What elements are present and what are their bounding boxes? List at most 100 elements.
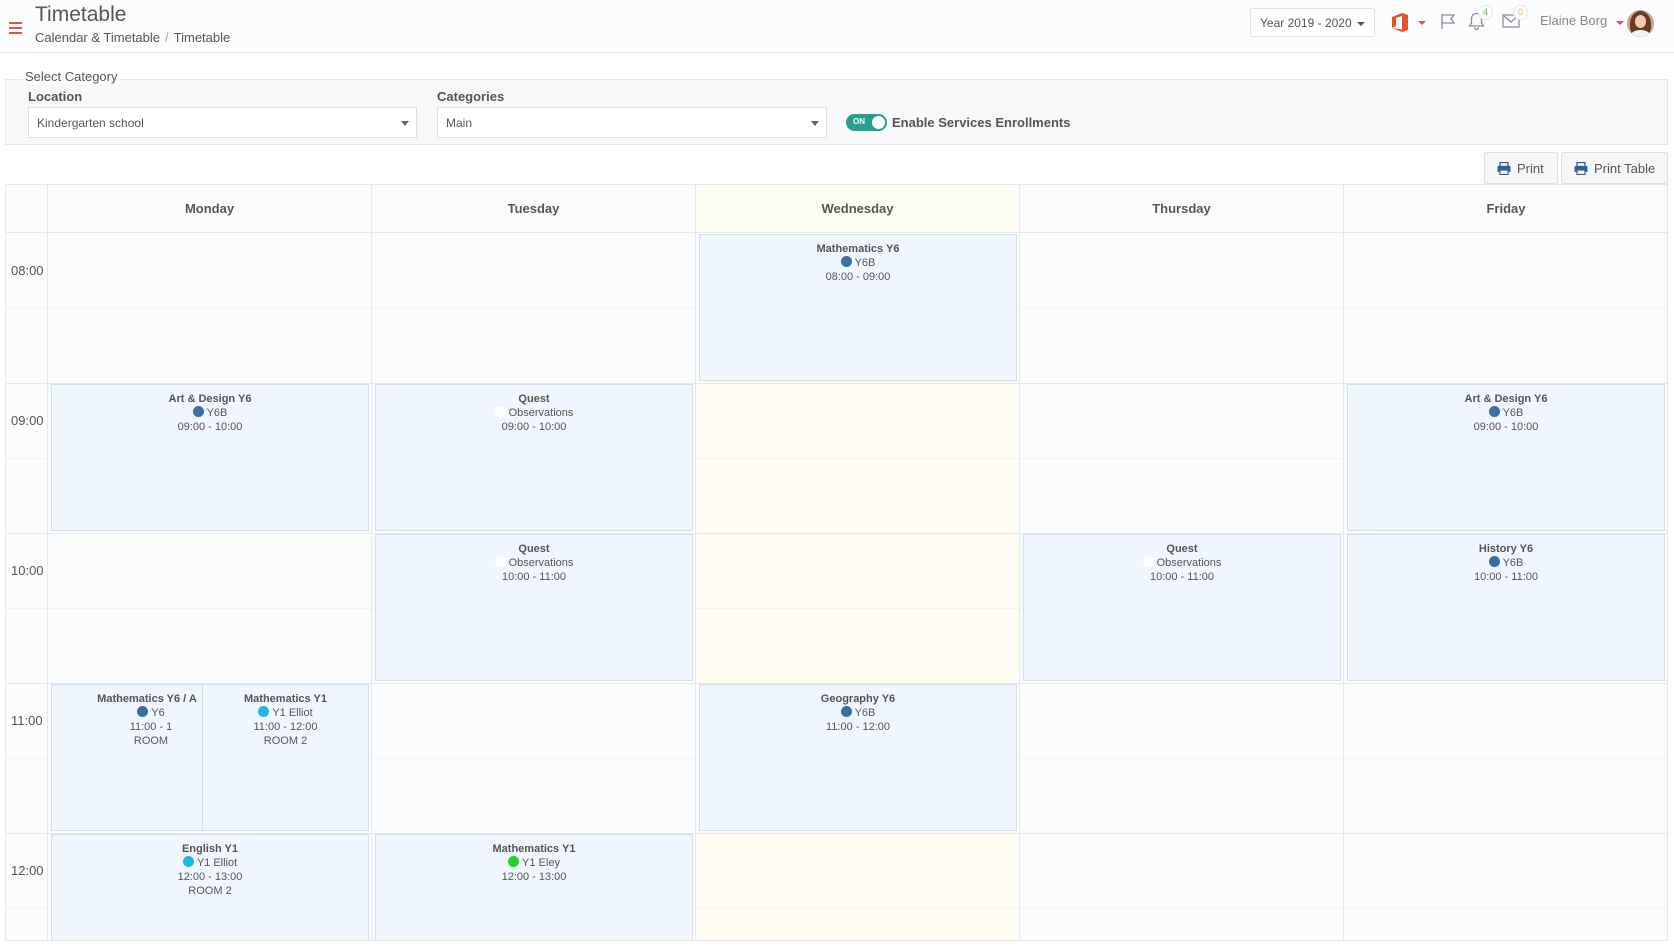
event-title: Mathematics Y6 / A <box>97 693 197 705</box>
day-header-thursday: Thursday <box>1020 185 1344 233</box>
messages-count-badge: 0 <box>1513 5 1528 20</box>
print-table-button[interactable]: Print Table <box>1561 152 1668 184</box>
event-monday-1100-b[interactable]: Mathematics Y1 Y1 Elliot 11:00 - 12:00 R… <box>202 684 369 831</box>
timetable-calendar: Monday Tuesday Wednesday Thursday Friday… <box>5 184 1668 941</box>
select-category-legend: Select Category <box>23 69 120 84</box>
office-icon[interactable] <box>1392 13 1408 32</box>
event-group: Observations <box>376 556 692 570</box>
event-thursday-1000[interactable]: Quest Observations 10:00 - 11:00 <box>1023 534 1341 681</box>
event-time: 09:00 - 10:00 <box>177 421 243 433</box>
group-color-dot <box>182 856 194 867</box>
event-title: Art & Design Y6 <box>1464 393 1548 405</box>
time-label-1000: 10:00 <box>11 563 44 578</box>
printer-icon <box>1574 162 1588 175</box>
event-group: Y6B <box>700 706 1016 720</box>
group-color-dot <box>258 706 270 717</box>
categories-select-value: Main <box>446 116 473 130</box>
event-group: Observations <box>1024 556 1340 570</box>
time-label-0800: 08:00 <box>11 263 44 278</box>
event-friday-0900[interactable]: Art & Design Y6 Y6B 09:00 - 10:00 <box>1347 384 1665 531</box>
event-time: 12:00 - 13:00 <box>501 871 567 883</box>
event-title: Art & Design Y6 <box>168 393 252 405</box>
event-group: Y6B <box>52 406 368 420</box>
chevron-down-icon <box>1357 22 1365 26</box>
flag-icon[interactable] <box>1440 13 1457 30</box>
event-time: 10:00 - 11:00 <box>501 571 566 583</box>
chevron-down-icon <box>401 121 409 126</box>
group-color-dot <box>192 406 204 417</box>
enable-services-toggle[interactable]: ON <box>846 114 887 131</box>
event-friday-1000[interactable]: History Y6 Y6B 10:00 - 11:00 <box>1347 534 1665 681</box>
event-wednesday-0800[interactable]: Mathematics Y6 Y6B 08:00 - 09:00 <box>699 234 1017 381</box>
event-time: 11:00 - 1 <box>129 721 173 733</box>
event-time: 09:00 - 10:00 <box>1473 421 1539 433</box>
event-group: Y1 Elliot <box>52 856 368 870</box>
event-room: ROOM <box>133 735 169 747</box>
location-select[interactable]: Kindergarten school <box>28 107 417 138</box>
group-color-dot <box>137 706 149 717</box>
location-select-value: Kindergarten school <box>37 116 144 130</box>
event-title: Mathematics Y1 <box>492 843 576 855</box>
toggle-on-text: ON <box>853 117 865 126</box>
enable-services-label: Enable Services Enrollments <box>892 115 1071 130</box>
event-time: 09:00 - 10:00 <box>501 421 567 433</box>
breadcrumb-timetable: Timetable <box>173 30 231 45</box>
page-title: Timetable <box>35 3 127 26</box>
event-time: 10:00 - 11:00 <box>1473 571 1538 583</box>
event-tuesday-1200[interactable]: Mathematics Y1 Y1 Eley 12:00 - 13:00 <box>375 834 693 940</box>
toggle-knob <box>872 116 885 129</box>
event-tuesday-0900[interactable]: Quest Observations 09:00 - 10:00 <box>375 384 693 531</box>
group-color-dot <box>1142 556 1154 567</box>
event-time: 11:00 - 12:00 <box>825 721 890 733</box>
group-color-dot <box>1488 556 1500 567</box>
event-title: Quest <box>518 543 550 555</box>
group-color-dot <box>1488 406 1500 417</box>
notifications-count-badge: 4 <box>1478 5 1493 20</box>
year-select[interactable]: Year 2019 - 2020 <box>1250 8 1375 37</box>
group-color-dot <box>508 856 520 867</box>
event-wednesday-1100[interactable]: Geography Y6 Y6B 11:00 - 12:00 <box>699 684 1017 831</box>
categories-select[interactable]: Main <box>437 107 827 138</box>
event-monday-1200[interactable]: English Y1 Y1 Elliot 12:00 - 13:00 ROOM … <box>51 834 369 940</box>
event-group: Y6B <box>700 256 1016 270</box>
time-label-0900: 09:00 <box>11 413 44 428</box>
event-title: Mathematics Y1 <box>244 693 327 705</box>
event-title: History Y6 <box>1478 543 1534 555</box>
event-title: Mathematics Y6 <box>816 243 900 255</box>
day-header-tuesday: Tuesday <box>372 185 696 233</box>
group-color-dot <box>494 406 506 417</box>
group-color-dot <box>840 706 852 717</box>
event-title: Quest <box>518 393 550 405</box>
event-monday-1100-a[interactable]: Mathematics Y6 / A Y6 11:00 - 1 ROOM <box>51 684 217 831</box>
event-title: Quest <box>1166 543 1198 555</box>
event-time: 12:00 - 13:00 <box>177 871 243 883</box>
group-color-dot <box>840 256 852 267</box>
event-group: Y1 Eley <box>376 856 692 870</box>
event-title: Geography Y6 <box>820 693 896 705</box>
menu-icon[interactable] <box>9 22 22 34</box>
printer-icon <box>1497 162 1511 175</box>
print-button[interactable]: Print <box>1484 152 1558 184</box>
event-time: 11:00 - 12:00 <box>253 721 318 733</box>
day-header-monday: Monday <box>48 185 372 233</box>
time-label-1200: 12:00 <box>11 863 44 878</box>
breadcrumb-calendar-timetable[interactable]: Calendar & Timetable <box>35 30 160 45</box>
print-button-label: Print <box>1517 161 1544 176</box>
event-title: English Y1 <box>181 843 239 855</box>
top-header: Timetable Calendar & Timetable / Timetable… <box>0 0 1674 53</box>
event-tuesday-1000[interactable]: Quest Observations 10:00 - 11:00 <box>375 534 693 681</box>
avatar[interactable] <box>1627 10 1654 37</box>
event-group: Observations <box>376 406 692 420</box>
print-table-button-label: Print Table <box>1594 161 1656 176</box>
event-room: ROOM 2 <box>263 735 308 747</box>
office-menu-chevron-icon[interactable] <box>1418 21 1426 25</box>
user-menu-chevron-icon[interactable] <box>1616 21 1624 25</box>
time-label-1100: 11:00 <box>11 713 43 728</box>
event-time: 08:00 - 09:00 <box>825 271 891 283</box>
location-label: Location <box>28 89 83 104</box>
user-name[interactable]: Elaine Borg <box>1540 13 1607 28</box>
event-group: Y6B <box>1348 406 1664 420</box>
event-monday-0900[interactable]: Art & Design Y6 Y6B 09:00 - 10:00 <box>51 384 369 531</box>
event-room: ROOM 2 <box>188 885 232 897</box>
chevron-down-icon <box>811 121 819 126</box>
